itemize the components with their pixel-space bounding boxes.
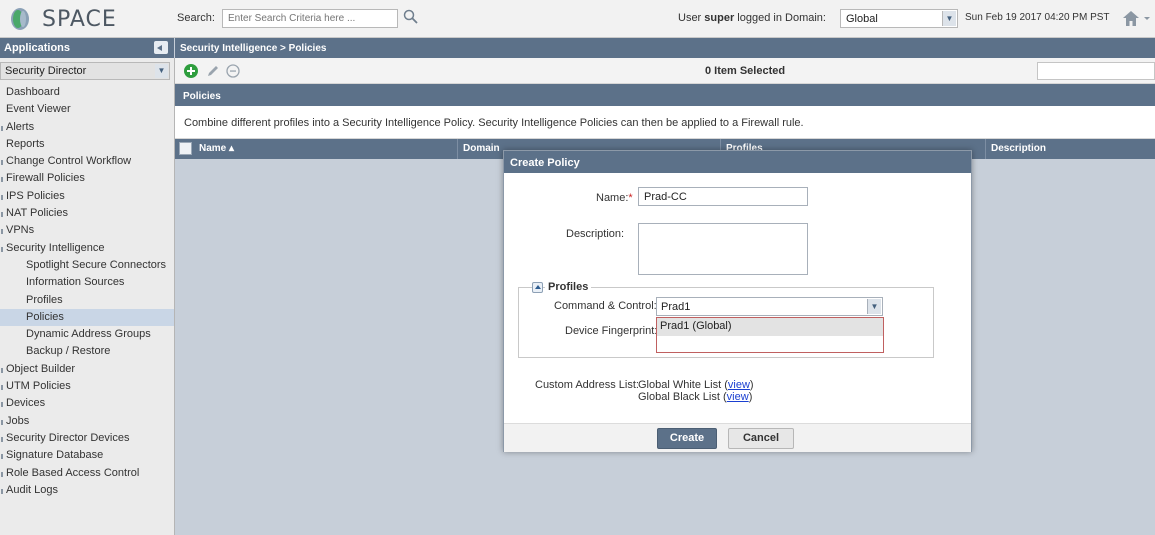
search-label: Search: xyxy=(177,12,215,24)
description-textarea[interactable] xyxy=(638,223,808,275)
app-logo-text: SPACE xyxy=(42,7,117,32)
sidebar-item-reports[interactable]: Reports xyxy=(0,136,174,153)
dialog-footer: Create Cancel xyxy=(504,423,971,452)
home-menu-icon[interactable] xyxy=(1120,8,1152,28)
domain-value: Global xyxy=(846,13,878,25)
delete-icon[interactable] xyxy=(225,63,241,79)
breadcrumb: Security Intelligence > Policies xyxy=(175,38,1155,58)
profiles-legend: Profiles xyxy=(545,281,592,293)
view-black-list-link[interactable]: view xyxy=(727,391,749,403)
sidebar-item-utm-policies[interactable]: UTM Policies xyxy=(0,378,174,395)
collapse-profiles-icon[interactable] xyxy=(532,282,543,293)
command-control-dropdown-list: Prad1 (Global) xyxy=(656,317,884,353)
collapse-sidebar-icon[interactable] xyxy=(154,41,168,54)
panel-description: Combine different profiles into a Securi… xyxy=(175,106,1155,139)
sidebar-item-event-viewer[interactable]: Event Viewer xyxy=(0,101,174,118)
required-marker: * xyxy=(628,192,633,204)
filter-input[interactable] xyxy=(1037,62,1155,80)
sidebar-item-ips-policies[interactable]: IPS Policies xyxy=(0,188,174,205)
chevron-down-icon: ▼ xyxy=(867,299,881,314)
white-list-row: Global White List (view) xyxy=(638,379,754,391)
sidebar-item-security-intelligence[interactable]: Security Intelligence xyxy=(0,240,174,257)
selected-count: 0 Item Selected xyxy=(705,65,786,77)
select-all-checkbox[interactable] xyxy=(179,142,192,155)
top-bar: SPACE Search: User super logged in Domai… xyxy=(0,0,1155,38)
sidebar-item-dashboard[interactable]: Dashboard xyxy=(0,84,174,101)
domain-select[interactable]: Global ▼ xyxy=(840,9,958,28)
sidebar: Security Director ▼ Dashboard Event Viewe… xyxy=(0,58,175,535)
chevron-down-icon: ▼ xyxy=(942,11,956,26)
app-logo[interactable]: SPACE xyxy=(8,6,168,32)
search-input[interactable] xyxy=(222,9,398,28)
sidebar-item-alerts[interactable]: Alerts xyxy=(0,119,174,136)
panel-title: Policies xyxy=(175,84,1155,106)
column-domain[interactable]: Domain xyxy=(463,143,500,154)
sidebar-nav: Dashboard Event Viewer Alerts Reports Change… xyxy=(0,84,174,499)
create-button[interactable]: Create xyxy=(657,428,717,449)
column-separator xyxy=(985,139,986,159)
sidebar-item-jobs[interactable]: Jobs xyxy=(0,413,174,430)
sidebar-item-change-control-workflow[interactable]: Change Control Workflow xyxy=(0,153,174,170)
sidebar-item-role-based-access-control[interactable]: Role Based Access Control xyxy=(0,465,174,482)
sidebar-item-object-builder[interactable]: Object Builder xyxy=(0,361,174,378)
sidebar-item-spotlight-secure-connectors[interactable]: Spotlight Secure Connectors xyxy=(0,257,174,274)
sidebar-item-profiles[interactable]: Profiles xyxy=(0,292,174,309)
user-info: User super logged in Domain: xyxy=(678,12,826,24)
dropdown-option[interactable]: Prad1 (Global) xyxy=(657,318,883,336)
edit-pencil-icon[interactable] xyxy=(205,63,221,79)
sidebar-item-devices[interactable]: Devices xyxy=(0,395,174,412)
application-select-value: Security Director xyxy=(5,65,87,77)
custom-address-label: Custom Address List: xyxy=(535,379,639,391)
space-logo-icon xyxy=(11,8,29,30)
column-separator xyxy=(457,139,458,159)
toolbar: 0 Item Selected xyxy=(175,58,1155,84)
create-policy-dialog: Create Policy Name:* Description: Profil… xyxy=(503,150,972,452)
command-control-select[interactable]: Prad1 ▼ xyxy=(656,297,883,316)
column-name[interactable]: Name ▴ xyxy=(199,143,234,154)
sidebar-item-information-sources[interactable]: Information Sources xyxy=(0,274,174,291)
policy-name-input[interactable] xyxy=(638,187,808,206)
view-white-list-link[interactable]: view xyxy=(728,379,750,391)
add-icon[interactable] xyxy=(183,63,199,79)
sidebar-item-security-director-devices[interactable]: Security Director Devices xyxy=(0,430,174,447)
sidebar-item-policies[interactable]: Policies xyxy=(0,308,174,327)
chevron-down-icon: ▼ xyxy=(155,64,168,78)
column-description[interactable]: Description xyxy=(991,143,1046,154)
sidebar-item-backup-restore[interactable]: Backup / Restore xyxy=(0,343,174,360)
command-control-value: Prad1 xyxy=(661,301,691,313)
user-name: super xyxy=(704,12,735,24)
sidebar-item-audit-logs[interactable]: Audit Logs xyxy=(0,482,174,499)
cancel-button[interactable]: Cancel xyxy=(728,428,794,449)
black-list-row: Global Black List (view) xyxy=(638,391,753,403)
search-icon[interactable] xyxy=(402,8,420,26)
sidebar-item-signature-database[interactable]: Signature Database xyxy=(0,447,174,464)
sidebar-item-vpns[interactable]: VPNs xyxy=(0,222,174,239)
application-select[interactable]: Security Director ▼ xyxy=(0,62,170,80)
dialog-title: Create Policy xyxy=(504,151,971,173)
command-control-label: Command & Control: xyxy=(554,300,657,312)
name-label: Name:* xyxy=(596,192,633,204)
sidebar-header: Applications xyxy=(0,38,174,58)
description-label: Description: xyxy=(566,228,625,240)
sidebar-item-firewall-policies[interactable]: Firewall Policies xyxy=(0,170,174,187)
sidebar-item-dynamic-address-groups[interactable]: Dynamic Address Groups xyxy=(0,326,174,343)
sidebar-item-nat-policies[interactable]: NAT Policies xyxy=(0,205,174,222)
device-fingerprint-label: Device Fingerprint: xyxy=(565,325,658,337)
datetime: Sun Feb 19 2017 04:20 PM PST xyxy=(965,12,1110,23)
